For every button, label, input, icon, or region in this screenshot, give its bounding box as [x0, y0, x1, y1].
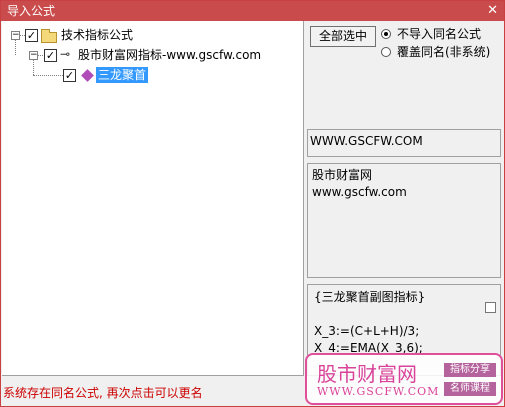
skip-duplicates-radio[interactable]: [381, 29, 391, 39]
formula-gem-icon: [81, 69, 94, 82]
description-line: 股市财富网: [312, 168, 373, 182]
source-url-text: WWW.GSCFW.COM: [310, 134, 423, 148]
tree-node-label: 三龙聚首: [96, 67, 149, 83]
key-icon: ⊸: [60, 47, 71, 61]
collapse-icon[interactable]: −: [29, 51, 38, 60]
import-formula-dialog: 导入公式 ✕ − ✓ 技术指标公式 − ✓ ⊸ 股市财富网指标-www.gscf…: [0, 0, 505, 407]
collapse-icon[interactable]: −: [11, 31, 20, 40]
watermark-url: WWW.GSCFW.COM: [317, 385, 440, 398]
watermark-tag: 指标分享: [444, 363, 496, 377]
root-checkbox[interactable]: ✓: [25, 29, 38, 42]
description-line: www.gscfw.com: [312, 185, 407, 199]
tree-node-label: 技术指标公式: [61, 28, 134, 42]
code-line: {三龙聚首副图指标}: [314, 290, 426, 304]
status-message: 系统存在同名公式, 再次点击可以更名: [3, 386, 203, 400]
description-box: 股市财富网 www.gscfw.com: [307, 163, 501, 278]
skip-duplicates-label[interactable]: 不导入同名公式: [397, 27, 481, 41]
tree-node-leaf[interactable]: ✓ 三龙聚首: [2, 67, 302, 83]
window-title: 导入公式: [7, 4, 56, 18]
close-icon[interactable]: ✕: [487, 1, 498, 21]
formula-tree[interactable]: − ✓ 技术指标公式 − ✓ ⊸ 股市财富网指标-www.gscfw.com ✓…: [2, 21, 304, 376]
tree-node-label: 股市财富网指标-www.gscfw.com: [78, 48, 262, 62]
watermark-title: 股市财富网: [317, 362, 417, 386]
code-checkbox[interactable]: [485, 302, 496, 313]
tree-node-child[interactable]: − ✓ ⊸ 股市财富网指标-www.gscfw.com: [2, 47, 302, 63]
select-all-button[interactable]: 全部选中: [310, 26, 376, 47]
source-url-field: WWW.GSCFW.COM: [307, 129, 501, 157]
tree-node-root[interactable]: − ✓ 技术指标公式: [2, 27, 302, 43]
child-checkbox[interactable]: ✓: [44, 49, 57, 62]
watermark-tag: 名师课程: [444, 382, 496, 396]
overwrite-radio[interactable]: [381, 47, 391, 57]
overwrite-label[interactable]: 覆盖同名(非系统): [397, 45, 490, 59]
folder-icon: [41, 29, 57, 43]
leaf-checkbox[interactable]: ✓: [63, 69, 76, 82]
code-line: X_3:=(C+L+H)/3;: [314, 324, 420, 338]
title-bar: 导入公式 ✕: [1, 1, 504, 21]
watermark-logo: 股市财富网 WWW.GSCFW.COM 指标分享 名师课程: [305, 353, 503, 405]
